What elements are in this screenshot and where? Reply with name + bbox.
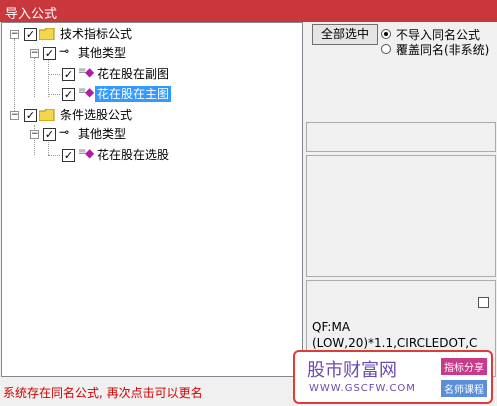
select-all-button[interactable]: 全部选中 [312, 24, 378, 45]
diamond-icon: ◆ [85, 85, 95, 99]
checkbox[interactable]: ✓ [43, 128, 56, 141]
checkbox[interactable]: ✓ [62, 68, 75, 81]
formula-line: QF:MA [312, 320, 351, 334]
formula-line: (LOW,20)*1.1,CIRCLEDOT,C [312, 336, 478, 350]
checkbox[interactable]: ✓ [62, 149, 75, 162]
folder-icon [39, 28, 55, 40]
options-panel: 全部选中 不导入同名公式 覆盖同名(非系统) QF:MA (LOW,20)*1.… [305, 22, 497, 377]
collapse-icon[interactable]: − [10, 30, 19, 39]
tree-line [48, 74, 60, 75]
title-bar: 导入公式 [0, 0, 497, 22]
radio-overwrite-label: 覆盖同名(非系统) [396, 43, 490, 57]
folder-icon [39, 109, 55, 121]
checkbox[interactable]: ✓ [62, 88, 75, 101]
diamond-icon: ◆ [85, 65, 95, 79]
tree-label: 花在股在选股 [97, 148, 170, 162]
info-box [306, 122, 496, 152]
window-title: 导入公式 [5, 7, 58, 22]
watermark-logo: 股市财富网 WWW.GSCFW.COM 指标分享 名师课程 [293, 350, 493, 404]
radio-no-import[interactable] [381, 29, 391, 39]
tree-label: 条件选股公式 [60, 108, 133, 122]
formula-tree[interactable]: − ✓ 技术指标公式 − ✓ ⊸ 其他类型 ✓ ≡ ◆ 花在股在副图 ✓ ≡ ◆… [1, 22, 303, 377]
checkbox[interactable]: ✓ [24, 109, 37, 122]
tree-line [48, 94, 60, 95]
watermark-title: 股市财富网 [307, 360, 397, 381]
diamond-icon: ◆ [85, 146, 95, 160]
watermark-url: WWW.GSCFW.COM [309, 383, 416, 394]
watermark-tag: 指标分享 [441, 358, 487, 375]
checkbox[interactable] [478, 297, 489, 308]
tree-label: 花在股在副图 [97, 67, 170, 81]
collapse-icon[interactable]: − [30, 49, 39, 58]
watermark-tag: 名师课程 [441, 380, 487, 397]
radio-overwrite[interactable] [381, 44, 391, 54]
status-text: 系统存在同名公式, 再次点击可以更名 [3, 386, 203, 400]
tree-line [34, 57, 35, 97]
tree-label: 其他类型 [78, 127, 127, 141]
tree-label: 其他类型 [78, 46, 127, 60]
key-icon: ⊸ [59, 125, 70, 139]
description-box [306, 155, 496, 277]
formula-text: QF:MA (LOW,20)*1.1,CIRCLEDOT,C [312, 319, 477, 351]
tree-line [48, 59, 49, 97]
collapse-icon[interactable]: − [30, 130, 39, 139]
tree-label: 花在股在主图 [95, 86, 172, 102]
tree-label: 技术指标公式 [60, 27, 133, 41]
collapse-icon[interactable]: − [10, 111, 19, 120]
checkbox[interactable]: ✓ [43, 47, 56, 60]
tree-line [14, 39, 15, 117]
tree-line [48, 155, 60, 156]
checkbox[interactable]: ✓ [24, 28, 37, 41]
key-icon: ⊸ [59, 44, 70, 58]
